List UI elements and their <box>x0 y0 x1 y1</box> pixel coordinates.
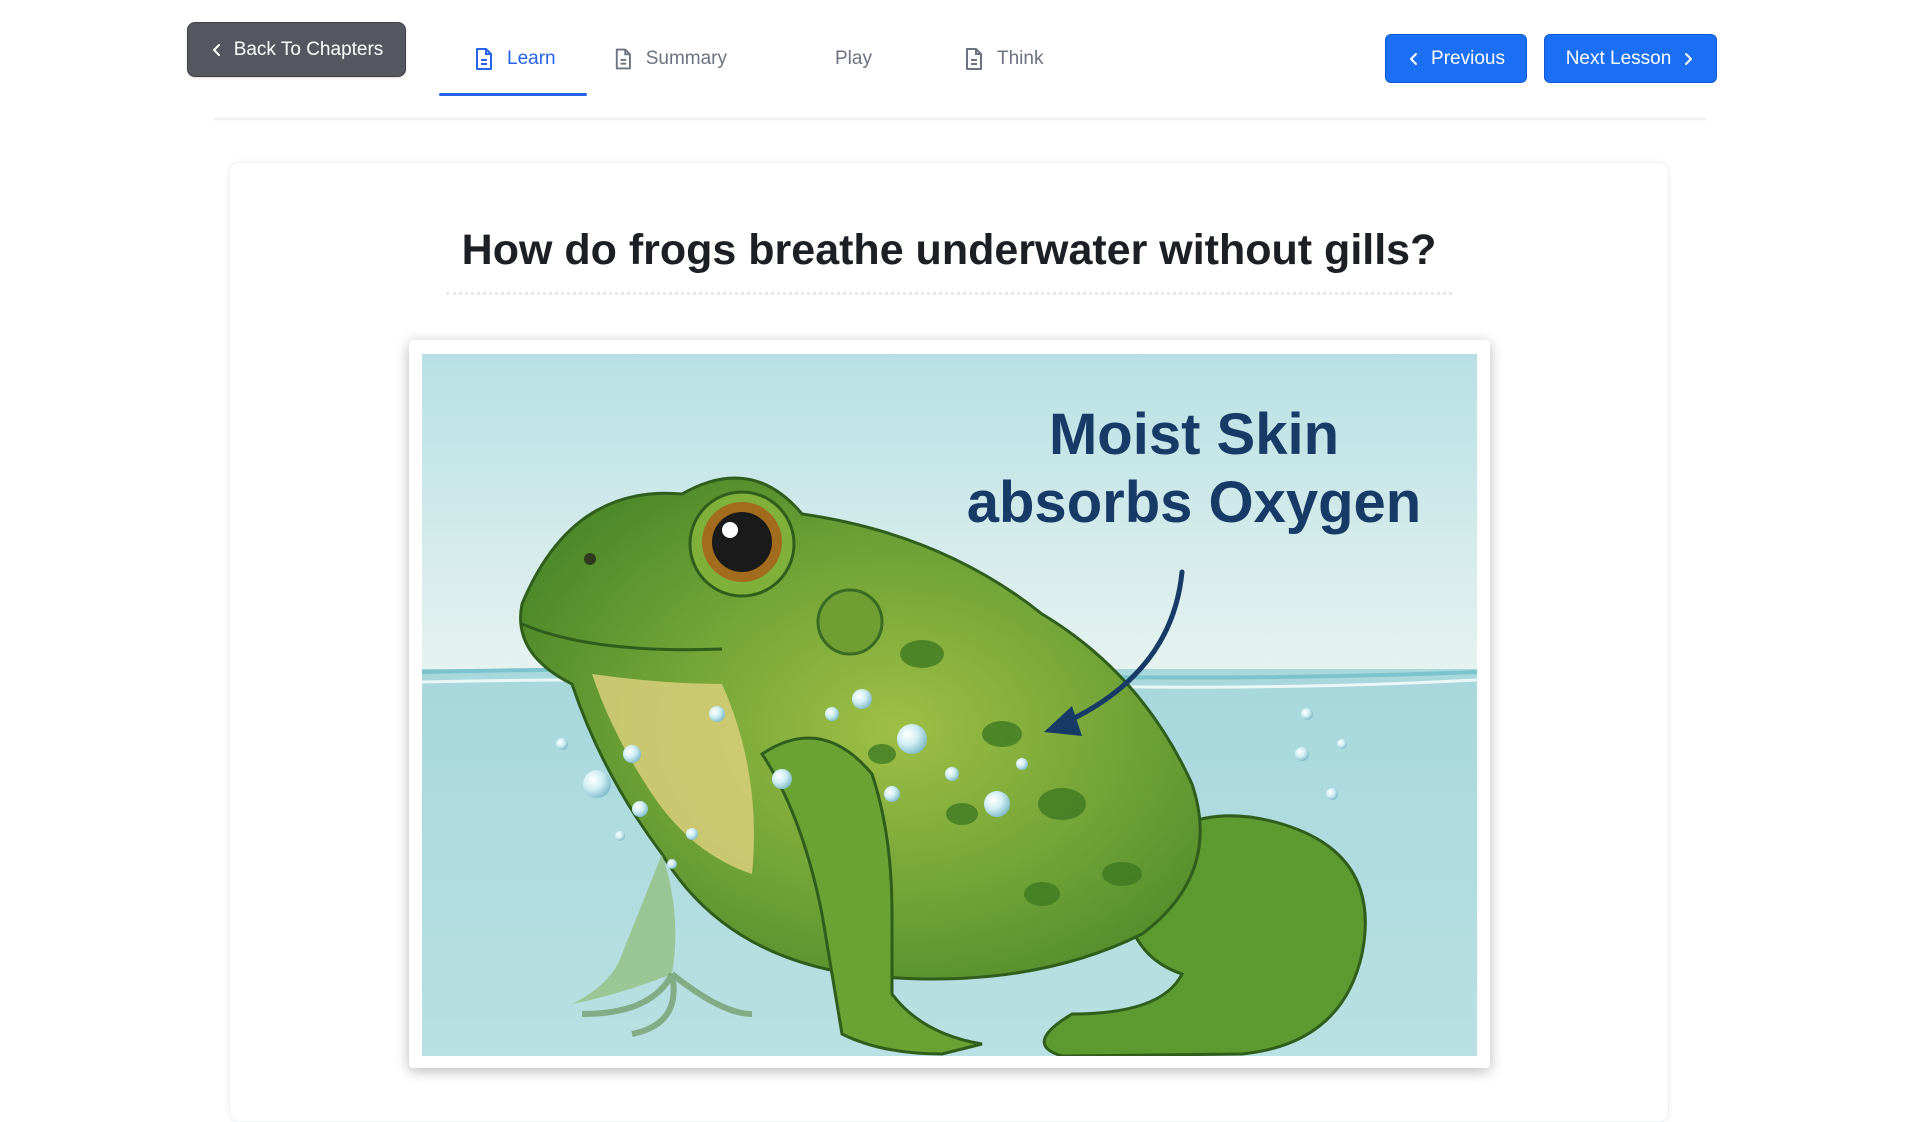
caption-line-2: absorbs Oxygen <box>967 470 1421 535</box>
tab-think-label: Think <box>997 48 1044 69</box>
lesson-tabs: Learn Summary Play Think <box>439 22 1077 96</box>
chevron-left-icon <box>1410 52 1418 65</box>
back-to-chapters-button[interactable]: Back To Chapters <box>187 22 406 77</box>
frog-underwater-image: Moist Skin absorbs Oxygen <box>422 354 1477 1056</box>
tab-play-label: Play <box>835 48 872 69</box>
chevron-right-icon <box>1685 52 1693 65</box>
lesson-illustration: Moist Skin absorbs Oxygen <box>409 340 1490 1068</box>
document-icon <box>615 48 631 70</box>
lesson-question: How do frogs breathe underwater without … <box>461 226 1437 274</box>
document-icon <box>476 48 492 70</box>
next-lesson-label: Next Lesson <box>1565 47 1672 69</box>
previous-button[interactable]: Previous <box>1385 34 1527 83</box>
caption-line-1: Moist Skin <box>1049 402 1339 467</box>
header-divider <box>214 118 1706 120</box>
chevron-left-icon <box>212 43 220 56</box>
tab-summary[interactable]: Summary <box>587 22 761 96</box>
document-icon <box>966 48 982 70</box>
tab-think[interactable]: Think <box>903 22 1077 96</box>
tab-learn[interactable]: Learn <box>439 22 587 96</box>
tab-play[interactable]: Play <box>761 22 903 96</box>
next-lesson-button[interactable]: Next Lesson <box>1544 34 1717 83</box>
frog-illustration: Moist Skin absorbs Oxygen <box>422 354 1477 1056</box>
tab-summary-label: Summary <box>645 48 727 69</box>
back-to-chapters-label: Back To Chapters <box>233 38 384 60</box>
question-divider <box>446 292 1452 295</box>
previous-label: Previous <box>1431 47 1505 69</box>
lesson-header: Back To Chapters Learn Summary Play Thin… <box>0 0 1920 120</box>
tab-learn-label: Learn <box>507 48 556 69</box>
